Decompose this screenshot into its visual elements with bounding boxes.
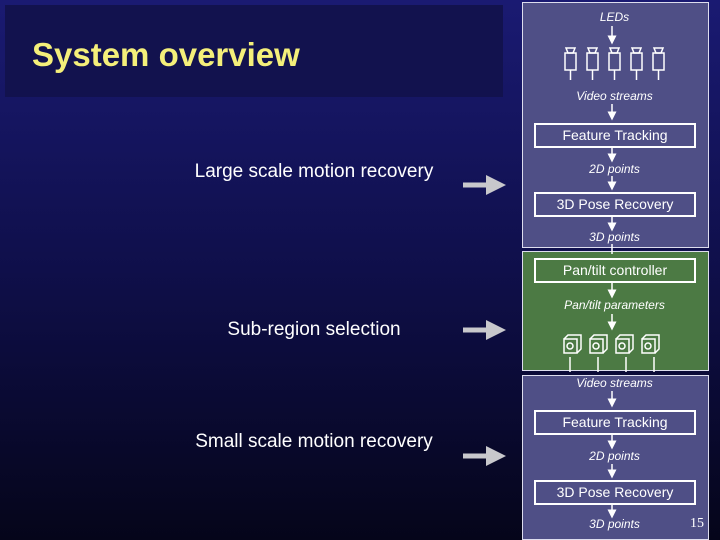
pantilt-camera-icon — [589, 334, 608, 372]
led-camera-icons — [564, 47, 665, 80]
led-camera-icon — [586, 47, 599, 80]
pantilt-camera-icon — [615, 334, 634, 372]
led-camera-icon — [630, 47, 643, 80]
pantilt-camera-icon — [641, 334, 660, 372]
page-number: 15 — [690, 516, 704, 531]
led-camera-icon — [564, 47, 577, 80]
led-camera-icon — [652, 47, 665, 80]
led-camera-icon — [608, 47, 621, 80]
flow-arrows — [563, 26, 665, 519]
pantilt-camera-icons — [563, 334, 660, 372]
pantilt-camera-icon — [563, 334, 582, 372]
